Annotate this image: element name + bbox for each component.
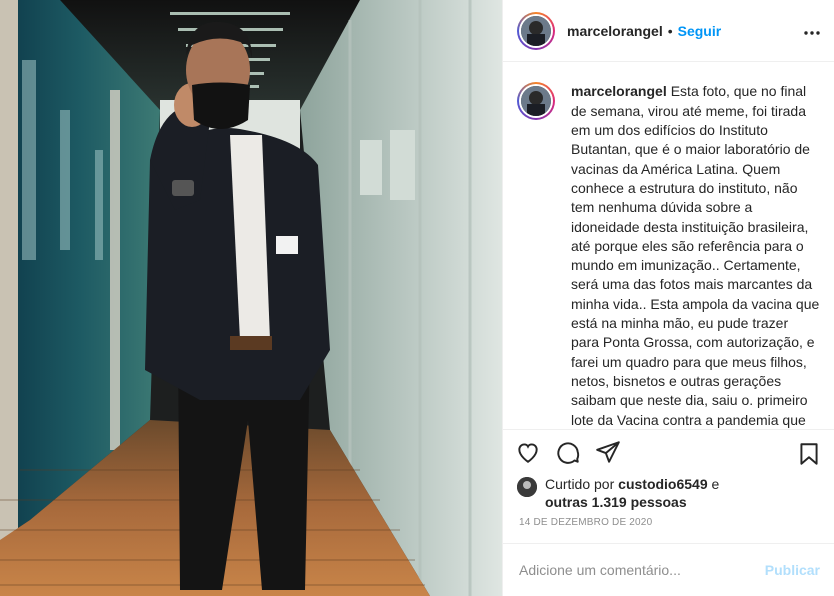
likes-connector: e: [711, 475, 720, 492]
share-icon[interactable]: [595, 439, 621, 465]
instagram-post-modal: marcelorangel • Seguir marcelorangel Esta…: [0, 0, 834, 596]
comments-scroll-area[interactable]: marcelorangel Esta foto, que no final de …: [503, 62, 834, 429]
post-photo-image: [0, 0, 502, 596]
header-username[interactable]: marcelorangel: [567, 23, 663, 39]
caption-avatar[interactable]: [517, 82, 555, 121]
liker-avatar[interactable]: [517, 476, 537, 497]
post-details-panel: marcelorangel • Seguir marcelorangel Esta…: [502, 0, 834, 596]
likes-prefix: Curtido por: [545, 475, 615, 492]
bookmark-icon[interactable]: [796, 441, 822, 467]
post-header: marcelorangel • Seguir: [503, 0, 834, 63]
likes-text: Curtido por custodio6549 e outras 1.319 …: [545, 475, 719, 512]
publish-button[interactable]: Publicar: [765, 562, 820, 578]
caption-username[interactable]: marcelorangel: [571, 83, 667, 99]
follow-button[interactable]: Seguir: [678, 23, 722, 39]
caption-avatar-image: [521, 86, 551, 117]
post-photo[interactable]: [0, 0, 502, 596]
comment-icon[interactable]: [555, 439, 581, 465]
heart-icon[interactable]: [515, 439, 541, 465]
likes-others-link[interactable]: outras 1.319 pessoas: [545, 494, 687, 510]
likes-summary: Curtido por custodio6549 e outras 1.319 …: [503, 475, 834, 513]
likes-user-link[interactable]: custodio6549: [618, 476, 707, 492]
caption-text: marcelorangel Esta foto, que no final de …: [571, 82, 820, 429]
comment-input[interactable]: [519, 561, 765, 578]
caption-body: Esta foto, que no final de semana, virou…: [571, 83, 820, 428]
caption: marcelorangel Esta foto, que no final de …: [517, 82, 820, 429]
more-horizontal-icon[interactable]: [802, 24, 822, 42]
avatar[interactable]: [517, 11, 555, 50]
action-bar: [503, 429, 834, 474]
post-date[interactable]: 14 DE DEZEMBRO DE 2020: [503, 513, 834, 543]
header-separator: •: [667, 22, 673, 39]
avatar-image: [521, 15, 551, 46]
add-comment-bar: Publicar: [503, 542, 834, 596]
